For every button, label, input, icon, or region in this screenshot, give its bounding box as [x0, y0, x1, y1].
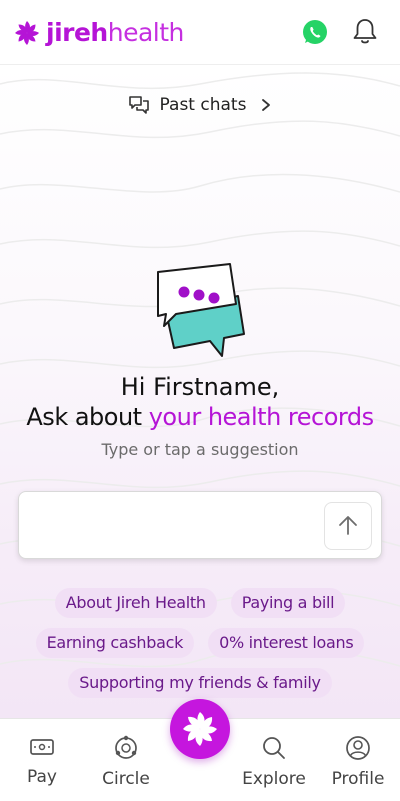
nav-item-circle[interactable]: Circle [86, 735, 166, 789]
suggestion-row: Earning cashback 0% interest loans [0, 628, 400, 658]
chat-input[interactable] [18, 491, 382, 559]
suggestion-chip[interactable]: Paying a bill [230, 588, 346, 618]
greeting-subtitle: Ask about your health records [26, 403, 374, 431]
greeting-title: Hi Firstname, [120, 373, 280, 401]
app-header: jirehhealth [0, 0, 400, 65]
past-chats-button[interactable]: Past chats [0, 90, 400, 120]
nav-label: Pay [27, 767, 57, 787]
profile-icon [346, 736, 370, 760]
jireh-logo-icon [15, 21, 39, 45]
whatsapp-icon[interactable] [301, 18, 329, 46]
suggestion-row: About Jireh Health Paying a bill [0, 588, 400, 618]
search-icon [263, 737, 285, 759]
wallet-icon [30, 739, 54, 755]
brand-name: jirehhealth [46, 18, 184, 47]
greeting-highlight: your health records [148, 403, 374, 431]
suggestion-chip[interactable]: Supporting my friends & family [68, 668, 332, 698]
center-home-button[interactable] [170, 699, 230, 759]
suggestion-row: Supporting my friends & family [0, 668, 400, 698]
bell-icon[interactable] [351, 17, 379, 47]
suggestion-chip[interactable]: Earning cashback [35, 628, 195, 658]
suggestions: About Jireh Health Paying a bill Earning… [0, 588, 400, 708]
send-button[interactable] [324, 502, 372, 550]
brand-logo[interactable]: jirehhealth [14, 16, 184, 50]
nav-label: Profile [331, 769, 385, 789]
chat-bubble-illustration [157, 263, 245, 357]
jireh-logo-icon [183, 712, 217, 746]
nav-item-explore[interactable]: Explore [234, 735, 314, 789]
suggestion-chip[interactable]: 0% interest loans [208, 628, 365, 658]
hint-text: Type or tap a suggestion [101, 440, 299, 459]
nav-label: Circle [102, 769, 150, 789]
nav-label: Explore [242, 769, 306, 789]
chevron-right-icon [262, 99, 271, 111]
circle-icon [115, 735, 137, 759]
past-chats-label: Past chats [159, 95, 247, 115]
nav-item-profile[interactable]: Profile [318, 735, 398, 789]
suggestion-chip[interactable]: About Jireh Health [54, 588, 217, 618]
nav-item-pay[interactable]: Pay [2, 735, 82, 787]
arrow-up-icon [339, 516, 357, 535]
chats-icon [128, 96, 149, 114]
